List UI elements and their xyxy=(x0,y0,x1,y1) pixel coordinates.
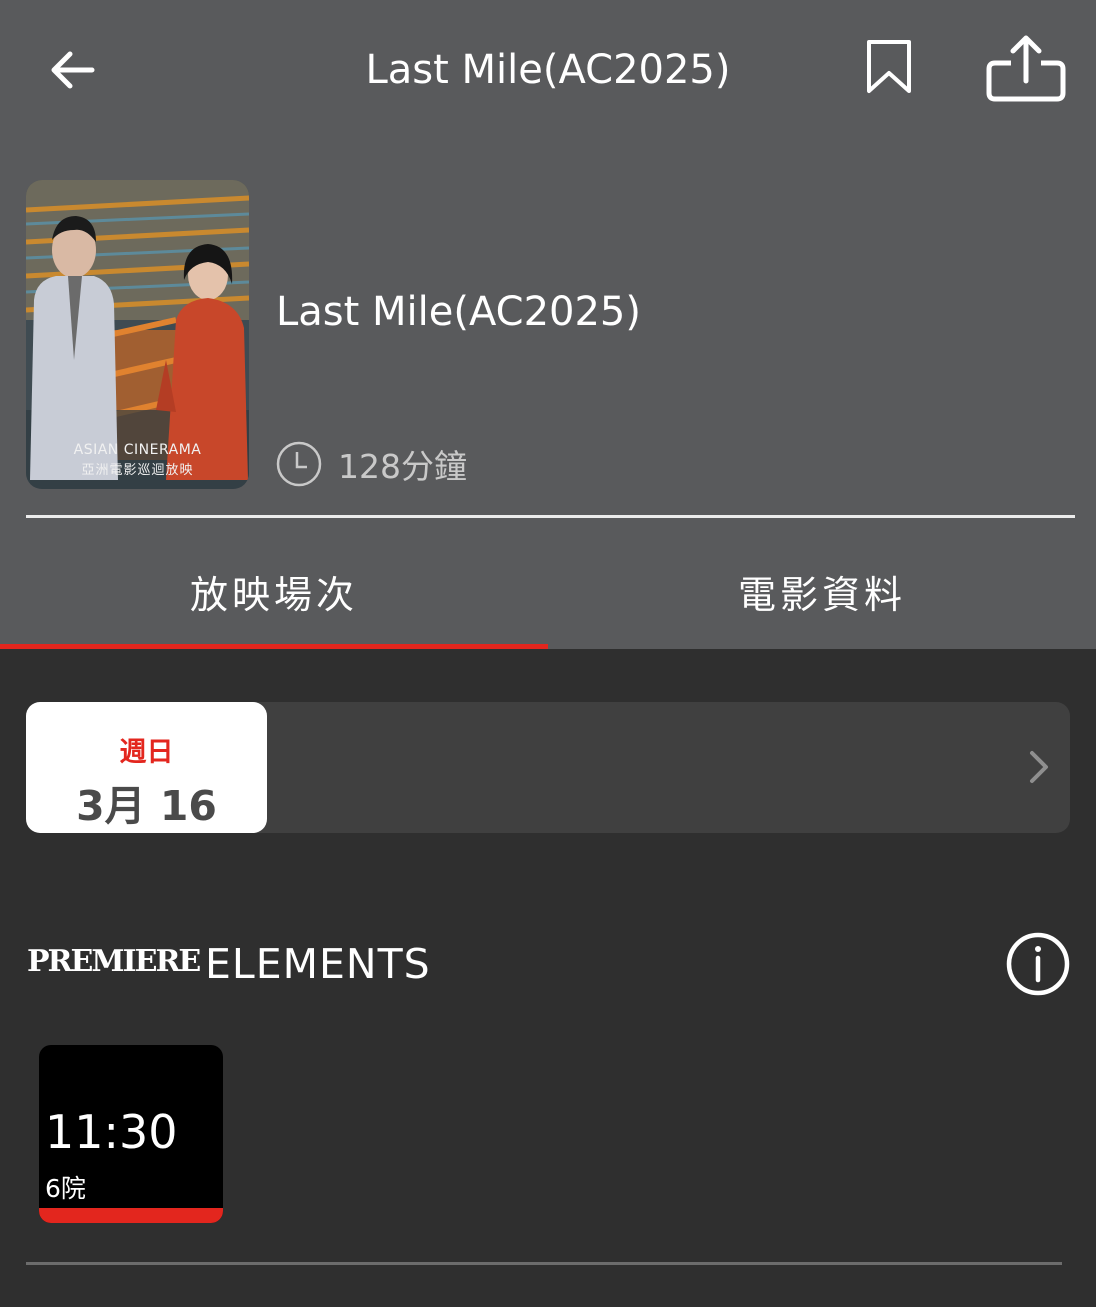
chevron-right-icon xyxy=(1030,751,1048,783)
showtime-house: 6院 xyxy=(45,1174,86,1203)
cinema-brand-logo: PREMIERE xyxy=(27,944,201,979)
next-dates-button[interactable] xyxy=(1016,742,1062,792)
showtime-availability-bar xyxy=(39,1208,223,1223)
divider xyxy=(26,515,1075,518)
app-title: Last Mile(AC2025) xyxy=(365,47,731,93)
active-tab-indicator xyxy=(0,644,548,649)
tab-movie-info[interactable]: 電影資料 xyxy=(548,540,1096,649)
header-panel: Last Mile(AC2025) ASIAN CINERAMA 亞洲電影巡迴放… xyxy=(0,0,1096,649)
date-card-selected[interactable]: 週日 3月 16 xyxy=(26,702,267,833)
cinema-info-button[interactable] xyxy=(1006,932,1070,996)
bookmark-icon xyxy=(867,40,911,93)
movie-title: Last Mile(AC2025) xyxy=(276,289,641,335)
poster-caption-en: ASIAN CINERAMA xyxy=(73,442,202,458)
info-icon xyxy=(1006,932,1070,996)
duration-row: 128分鐘 xyxy=(276,440,467,488)
tab-showtimes[interactable]: 放映場次 xyxy=(0,540,548,649)
date-day: 3月 16 xyxy=(76,782,217,830)
divider xyxy=(26,1262,1062,1265)
cinema-name: ELEMENTS xyxy=(205,940,431,988)
arrow-left-icon xyxy=(51,51,95,89)
tab-bar: 放映場次 電影資料 xyxy=(0,540,1096,649)
date-weekday: 週日 xyxy=(119,737,174,768)
showtime-card[interactable]: 11:30 6院 xyxy=(39,1045,223,1223)
share-icon xyxy=(986,35,1066,102)
poster-caption-zh: 亞洲電影巡迴放映 xyxy=(81,463,194,478)
movie-poster: ASIAN CINERAMA 亞洲電影巡迴放映 xyxy=(26,180,249,489)
showtime-time: 11:30 xyxy=(45,1105,178,1159)
app-bar: Last Mile(AC2025) xyxy=(0,0,1096,140)
duration-text: 128分鐘 xyxy=(338,447,467,486)
clock-icon xyxy=(276,441,322,487)
bookmark-button[interactable] xyxy=(858,34,920,100)
share-button[interactable] xyxy=(980,30,1072,106)
back-button[interactable] xyxy=(40,38,104,102)
